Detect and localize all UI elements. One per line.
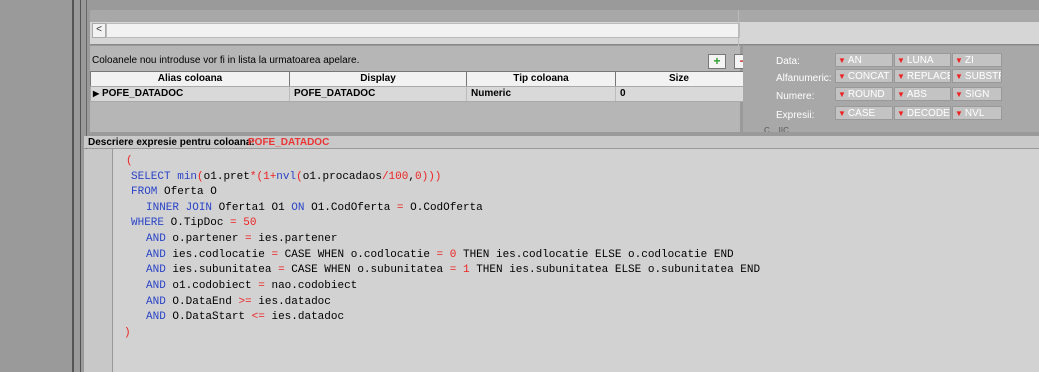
dropdown-arrow-icon: ▼ xyxy=(838,56,846,65)
left-border-inner xyxy=(80,0,81,372)
dropdown-arrow-icon: ▼ xyxy=(955,109,963,118)
fn-zi-label: ZI xyxy=(964,55,974,66)
cell-alias-text: POFE_DATADOC xyxy=(101,88,184,99)
fn-zi-button[interactable]: ▼ ZI xyxy=(952,53,1002,67)
label-expresii: Expresii: xyxy=(776,110,815,121)
dropdown-arrow-icon: ▼ xyxy=(838,90,846,99)
fn-round-button[interactable]: ▼ ROUND xyxy=(835,87,893,101)
fn-concat-button[interactable]: ▼ CONCAT xyxy=(835,69,893,83)
truncated-label: C... IIC... xyxy=(764,126,796,132)
code-line-1: ( xyxy=(126,155,133,167)
dropdown-arrow-icon: ▼ xyxy=(897,56,905,65)
fn-replace-label: REPLACE xyxy=(906,71,951,82)
description-label: Descriere expresie pentru coloana: xyxy=(88,137,255,148)
code-line-6: AND o.partener = ies.partener xyxy=(146,233,338,245)
code-line-10: AND O.DataEnd >= ies.datadoc xyxy=(146,296,331,308)
top-divider xyxy=(738,10,739,46)
fn-replace-button[interactable]: ▼ REPLACE xyxy=(894,69,951,83)
fn-round-label: ROUND xyxy=(847,89,885,100)
editor-gutter xyxy=(84,149,112,372)
scroll-left-button[interactable]: < xyxy=(92,23,106,38)
fn-decode-label: DECODE xyxy=(906,108,950,119)
fn-abs-label: ABS xyxy=(906,89,927,100)
cell-alias[interactable]: ▶ POFE_DATADOC xyxy=(91,87,290,101)
fn-substr-label: SUBSTR xyxy=(964,71,1002,82)
header-alias-coloana[interactable]: Alias coloana xyxy=(91,72,290,86)
dropdown-arrow-icon: ▼ xyxy=(897,109,905,118)
fn-concat-label: CONCAT xyxy=(847,71,890,82)
code-line-5: WHERE O.TipDoc = 50 xyxy=(131,217,257,229)
cell-display[interactable]: POFE_DATADOC xyxy=(290,87,467,101)
label-data: Data: xyxy=(776,56,800,67)
fn-decode-button[interactable]: ▼ DECODE xyxy=(894,106,951,120)
row-selector-icon: ▶ xyxy=(93,89,100,98)
notice-text: Coloanele nou introduse vor fi in lista … xyxy=(92,55,360,66)
fn-nvl-button[interactable]: ▼ NVL xyxy=(952,106,1002,120)
fn-case-button[interactable]: ▼ CASE xyxy=(835,106,893,120)
fn-luna-button[interactable]: ▼ LUNA xyxy=(894,53,951,67)
grid-header: Alias coloana Display Tip coloana Size xyxy=(90,71,744,87)
header-size[interactable]: Size xyxy=(616,72,742,86)
fn-an-label: AN xyxy=(847,55,862,66)
code-line-7: AND ies.codlocatie = CASE WHEN o.codloca… xyxy=(146,249,734,261)
dropdown-arrow-icon: ▼ xyxy=(897,72,905,81)
dropdown-arrow-icon: ▼ xyxy=(955,56,963,65)
code-line-11: AND O.DataStart <= ies.datadoc xyxy=(146,311,345,323)
fn-an-button[interactable]: ▼ AN xyxy=(835,53,893,67)
code-line-4: INNER JOIN Oferta1 O1 ON O1.CodOferta = … xyxy=(146,202,483,214)
fn-luna-label: LUNA xyxy=(906,55,934,66)
plus-icon: + xyxy=(713,54,721,68)
dropdown-arrow-icon: ▼ xyxy=(955,72,963,81)
dropdown-arrow-icon: ▼ xyxy=(897,90,905,99)
header-tip-coloana[interactable]: Tip coloana xyxy=(467,72,616,86)
description-column-name: POFE_DATADOC xyxy=(248,137,330,148)
label-alfanumeric: Alfanumeric: xyxy=(776,73,832,84)
editor-gutter-line xyxy=(112,149,113,372)
dropdown-arrow-icon: ▼ xyxy=(838,109,846,118)
code-line-3: FROM Oferta O xyxy=(131,186,217,198)
fn-sign-label: SIGN xyxy=(964,89,990,100)
label-numere: Numere: xyxy=(776,91,815,102)
fn-abs-button[interactable]: ▼ ABS xyxy=(894,87,951,101)
fn-sign-button[interactable]: ▼ SIGN xyxy=(952,87,1002,101)
dropdown-arrow-icon: ▼ xyxy=(955,90,963,99)
header-display[interactable]: Display xyxy=(290,72,467,86)
code-line-12: ) xyxy=(124,327,131,339)
cell-tip-coloana[interactable]: Numeric xyxy=(467,87,616,101)
horizontal-scrollbar[interactable] xyxy=(106,23,740,38)
fn-nvl-label: NVL xyxy=(964,108,985,119)
add-column-button[interactable]: + xyxy=(708,54,726,69)
fn-case-label: CASE xyxy=(847,108,876,119)
top-header-strip xyxy=(90,10,1039,22)
code-line-2: SELECT min(o1.pret*(1+nvl(o1.procadaos/1… xyxy=(131,171,442,183)
table-row[interactable]: ▶ POFE_DATADOC POFE_DATADOC Numeric 0 xyxy=(90,86,744,102)
left-border xyxy=(72,0,74,372)
code-line-8: AND ies.subunitatea = CASE WHEN o.subuni… xyxy=(146,264,761,276)
fn-substr-button[interactable]: ▼ SUBSTR xyxy=(952,69,1002,83)
dropdown-arrow-icon: ▼ xyxy=(838,72,846,81)
cell-size[interactable]: 0 xyxy=(616,87,743,101)
code-line-9: AND o1.codobiect = nao.codobiect xyxy=(146,280,358,292)
